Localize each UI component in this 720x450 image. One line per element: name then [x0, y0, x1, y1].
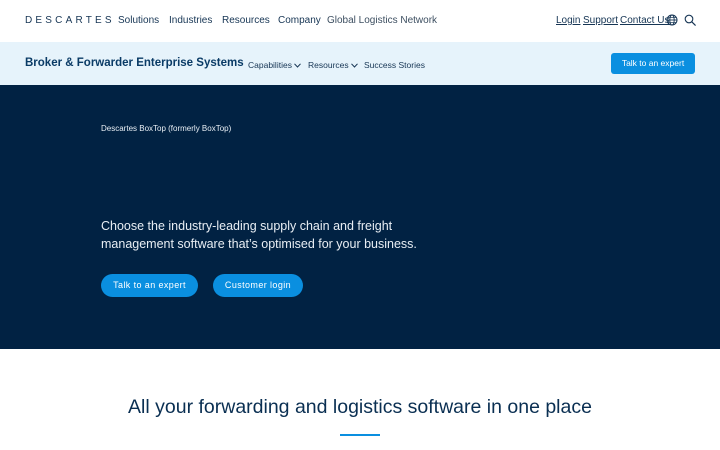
- subnav-resources-label: Resources: [308, 60, 349, 70]
- subnav-success-stories-label: Success Stories: [364, 60, 425, 70]
- login-link[interactable]: Login: [556, 15, 580, 26]
- hero-banner: Descartes BoxTop (formerly BoxTop) Choos…: [0, 85, 720, 349]
- search-icon[interactable]: [684, 14, 696, 26]
- chevron-down-icon: [294, 62, 301, 68]
- top-navigation: DESCARTES Solutions Industries Resources…: [0, 0, 720, 42]
- product-title[interactable]: Broker & Forwarder Enterprise Systems: [25, 57, 244, 69]
- globe-icon[interactable]: [666, 14, 678, 26]
- hero-description: Choose the industry-leading supply chain…: [101, 219, 417, 251]
- nav-global-logistics-network[interactable]: Global Logistics Network: [327, 15, 437, 26]
- chevron-down-icon: [350, 62, 358, 68]
- product-subnav: Broker & Forwarder Enterprise Systems Ca…: [0, 42, 720, 85]
- contact-us-link[interactable]: Contact Us: [620, 15, 669, 26]
- nav-solutions[interactable]: Solutions: [118, 15, 159, 26]
- section-divider: [340, 434, 380, 436]
- nav-industries[interactable]: Industries: [169, 15, 212, 26]
- descartes-logo[interactable]: DESCARTES: [25, 15, 115, 26]
- hero-eyebrow: Descartes BoxTop (formerly BoxTop): [101, 124, 232, 133]
- hero-talk-to-expert-button[interactable]: Talk to an expert: [101, 274, 198, 297]
- subnav-resources[interactable]: Resources: [308, 60, 358, 70]
- talk-to-expert-button[interactable]: Talk to an expert: [611, 53, 695, 74]
- nav-resources[interactable]: Resources: [222, 15, 270, 26]
- subnav-capabilities[interactable]: Capabilities: [248, 60, 301, 70]
- nav-company[interactable]: Company: [278, 15, 321, 26]
- support-link[interactable]: Support: [583, 15, 618, 26]
- subnav-success-stories[interactable]: Success Stories: [364, 60, 425, 70]
- customer-login-button[interactable]: Customer login: [213, 274, 303, 297]
- section-heading: All your forwarding and logistics softwa…: [128, 396, 592, 418]
- subnav-capabilities-label: Capabilities: [248, 60, 292, 70]
